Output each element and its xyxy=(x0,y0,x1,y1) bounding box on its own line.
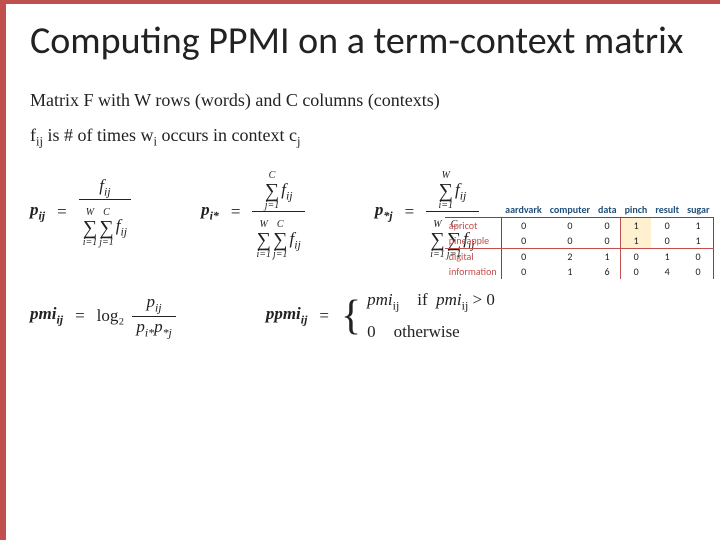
table-cell: 0 xyxy=(546,233,594,249)
pmi-frac: pij pi*p*j xyxy=(132,292,176,340)
table-row-label: information xyxy=(445,264,501,279)
table-cell: 0 xyxy=(501,233,546,249)
table-cell: 0 xyxy=(621,264,652,279)
table-row: information016040 xyxy=(445,264,714,279)
table-cell: 0 xyxy=(594,233,621,249)
pmi-formulas-row: pmiij = log₂ pij pi*p*j ppmiij = { pmiij… xyxy=(30,290,696,341)
log2: log₂ xyxy=(97,306,125,326)
pmi-sub: ij xyxy=(56,313,63,327)
table-col-header: pinch xyxy=(621,202,652,218)
table-cell: 4 xyxy=(651,264,683,279)
table-cell: 1 xyxy=(683,218,713,234)
otherwise-label: otherwise xyxy=(394,322,460,342)
formula-pij: pij = fij W∑i=1 C∑j=1 fij xyxy=(30,176,131,248)
ppmi-piecewise: { pmiij if pmiij > 0 0 otherwise xyxy=(341,290,495,341)
pistar-sub: i* xyxy=(210,209,219,223)
fij-sub: ij xyxy=(36,134,43,148)
table-cell: 1 xyxy=(594,249,621,265)
slide: Computing PPMI on a term-context matrix … xyxy=(0,0,720,540)
equals-sign: = xyxy=(231,202,241,222)
table-cell: 1 xyxy=(621,218,652,234)
table-cell: 1 xyxy=(621,233,652,249)
formula-pistar: pi* = C∑j=1 fij W∑i=1 C∑j=1 fij xyxy=(201,163,305,260)
table-cell: 6 xyxy=(594,264,621,279)
pistar-frac: C∑j=1 fij W∑i=1 C∑j=1 fij xyxy=(252,163,304,260)
table-cell: 0 xyxy=(621,249,652,265)
equals-sign: = xyxy=(75,306,85,326)
table-cell: 0 xyxy=(546,218,594,234)
zero-case: 0 xyxy=(367,322,376,342)
formula-pmi: pmiij = log₂ pij pi*p*j xyxy=(30,292,176,340)
cj-sub: j xyxy=(297,134,301,148)
pmi-lhs: pmi xyxy=(30,304,56,323)
table-row: pineapple000101 xyxy=(445,233,714,249)
table-cell: 0 xyxy=(501,218,546,234)
table-header-row: aardvarkcomputerdatapinchresultsugar xyxy=(445,202,714,218)
ppmi-sub: ij xyxy=(301,313,308,327)
fij-desc: fij is # of times wi occurs in context c… xyxy=(30,125,696,150)
pij-frac: fij W∑i=1 C∑j=1 fij xyxy=(79,176,131,248)
ppmi-lhs: ppmi xyxy=(266,304,301,323)
equals-sign: = xyxy=(57,202,67,222)
table-cell: 0 xyxy=(501,264,546,279)
table-row-label: digital xyxy=(445,249,501,265)
table-cell: 0 xyxy=(594,218,621,234)
table-col-header: data xyxy=(594,202,621,218)
fij-text1: is # of times w xyxy=(43,125,154,145)
table-col-header: sugar xyxy=(683,202,713,218)
table-row: apricot000101 xyxy=(445,218,714,234)
brace-icon: { xyxy=(341,295,361,337)
table-cell: 1 xyxy=(683,233,713,249)
table-cell: 1 xyxy=(651,249,683,265)
fij-text2: occurs in context c xyxy=(157,125,297,145)
table-col-header: aardvark xyxy=(501,202,546,218)
matrix-desc: Matrix F with W rows (words) and C colum… xyxy=(30,90,696,111)
table-col-header: computer xyxy=(546,202,594,218)
table-cell: 0 xyxy=(651,233,683,249)
table-cell: 0 xyxy=(683,264,713,279)
table-cell: 0 xyxy=(651,218,683,234)
pij-sub: ij xyxy=(39,209,46,223)
pstarj-sub: *j xyxy=(383,209,392,223)
slide-title: Computing PPMI on a term-context matrix xyxy=(30,22,696,62)
formula-ppmi: ppmiij = { pmiij if pmiij > 0 0 otherwis… xyxy=(266,290,495,341)
pistar-lhs: p xyxy=(201,200,210,219)
table-row: digital021010 xyxy=(445,249,714,265)
table-cell: 0 xyxy=(501,249,546,265)
table-cell: 2 xyxy=(546,249,594,265)
table-row-label: pineapple xyxy=(445,233,501,249)
table-col-header: result xyxy=(651,202,683,218)
table-cell: 1 xyxy=(546,264,594,279)
equals-sign: = xyxy=(319,306,329,326)
term-context-table: aardvarkcomputerdatapinchresultsugar apr… xyxy=(445,202,714,279)
pij-lhs: p xyxy=(30,200,39,219)
table-row-label: apricot xyxy=(445,218,501,234)
table-cell: 0 xyxy=(683,249,713,265)
equals-sign: = xyxy=(405,202,415,222)
